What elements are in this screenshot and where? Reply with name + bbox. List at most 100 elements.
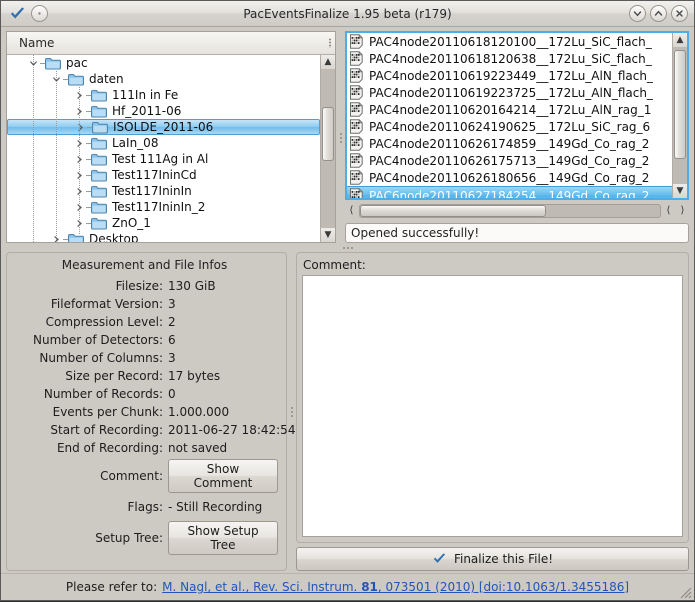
file-list[interactable]: PAC4node20110618120100__172Lu_SiC_flach_… bbox=[347, 33, 672, 198]
resize-grip-icon[interactable] bbox=[678, 585, 692, 599]
tree-item-hf-2011-06[interactable]: Hf_2011-06 bbox=[7, 103, 320, 119]
hscroll-thumb[interactable] bbox=[360, 204, 546, 217]
file-list-item[interactable]: PAC4node20110619223725__172Lu_AlN_flach_ bbox=[347, 84, 672, 101]
info-row: Number of Detectors: 6 bbox=[11, 332, 278, 347]
info-key: End of Recording: bbox=[56, 440, 163, 455]
file-icon bbox=[349, 102, 368, 117]
title-bar: PacEventsFinalize 1.95 beta (r179) bbox=[1, 1, 694, 27]
folder-icon bbox=[91, 201, 109, 214]
list-vertical-scrollbar[interactable]: ▲ ▼ bbox=[672, 33, 687, 198]
folder-icon bbox=[91, 137, 109, 150]
file-list-item[interactable]: PAC4node20110618120638__172Lu_SiC_flach_ bbox=[347, 50, 672, 67]
tree-item-test-111ag-in-al[interactable]: Test 111Ag in Al bbox=[7, 151, 320, 167]
file-icon bbox=[349, 188, 368, 198]
file-list-item[interactable]: PAC4node20110624190625__172Lu_SiC_rag_6 bbox=[347, 118, 672, 135]
tree-scroll-thumb[interactable] bbox=[322, 107, 334, 162]
info-group-title: Measurement and File Infos bbox=[61, 258, 228, 272]
tree-column-header-label: Name bbox=[19, 36, 55, 50]
list-scroll-track[interactable] bbox=[673, 47, 687, 184]
comment-textarea[interactable] bbox=[302, 275, 683, 537]
file-icon bbox=[349, 153, 368, 168]
info-value: 2 bbox=[168, 314, 176, 329]
info-row-flags: Flags: - Still Recording bbox=[11, 499, 278, 514]
info-row: Start of Recording: 2011-06-27 18:42:54 bbox=[11, 422, 295, 437]
browser-area: Name pac daten 111In in Fe Hf_2011-06 ISOLDE… bbox=[6, 31, 689, 243]
list-horizontal-scrollbar[interactable]: ⟨ ⟨ ⟩ bbox=[345, 202, 689, 219]
file-list-item-label: PAC6node20110627184254__149Gd_Co_rag_2 bbox=[369, 188, 650, 199]
file-list-item[interactable]: PAC4node20110626175713__149Gd_Co_rag_2 bbox=[347, 152, 672, 169]
tree-item-lain-08[interactable]: LaIn_08 bbox=[7, 135, 320, 151]
tree-item-label: Test117IninCd bbox=[112, 168, 197, 182]
info-key-flags: Flags: bbox=[127, 499, 163, 514]
hscroll-right-arrow-icon[interactable]: ⟩ bbox=[676, 203, 689, 218]
tree-item-test117inincd[interactable]: Test117IninCd bbox=[7, 167, 320, 183]
hscroll-left-arrow-icon[interactable]: ⟨ bbox=[345, 203, 358, 218]
info-key: Compression Level: bbox=[45, 314, 163, 329]
application-window: PacEventsFinalize 1.95 beta (r179) Name bbox=[0, 0, 695, 601]
tree-item-label: Desktop bbox=[89, 232, 139, 242]
column-resize-grip-icon[interactable] bbox=[329, 38, 331, 48]
info-key: Size per Record: bbox=[65, 368, 163, 383]
hscroll-page-left-icon[interactable]: ⟨ bbox=[662, 203, 675, 218]
tree-item-test117ininin[interactable]: Test117IninIn bbox=[7, 183, 320, 199]
tree-item-label: ZnO_1 bbox=[112, 216, 151, 230]
file-list-item-label: PAC4node20110624190625__172Lu_SiC_rag_6 bbox=[369, 119, 651, 134]
finalize-file-button[interactable]: Finalize this File! bbox=[296, 547, 689, 571]
scroll-down-arrow-icon[interactable]: ▼ bbox=[321, 228, 335, 242]
window-menu-button[interactable] bbox=[31, 5, 48, 22]
hscroll-track[interactable] bbox=[359, 203, 661, 218]
folder-icon bbox=[92, 121, 110, 134]
tree-item-daten[interactable]: daten bbox=[7, 71, 320, 87]
list-scroll-down-arrow-icon[interactable]: ▼ bbox=[673, 184, 687, 198]
tree-item-test117ininin-2[interactable]: Test117IninIn_2 bbox=[7, 199, 320, 215]
tree-item-label: Hf_2011-06 bbox=[112, 104, 182, 118]
file-list-item[interactable]: PAC6node20110627184254__149Gd_Co_rag_2 bbox=[347, 186, 672, 198]
close-button[interactable] bbox=[671, 5, 688, 22]
tree-scroll-track[interactable] bbox=[321, 69, 335, 228]
file-list-item[interactable]: PAC4node20110618120100__172Lu_SiC_flach_ bbox=[347, 33, 672, 50]
scroll-up-arrow-icon[interactable]: ▲ bbox=[321, 55, 335, 69]
status-message: Opened successfully! bbox=[351, 226, 480, 240]
tree-vertical-scrollbar[interactable]: ▲ ▼ bbox=[320, 55, 335, 242]
file-list-box[interactable]: PAC4node20110618120100__172Lu_SiC_flach_… bbox=[345, 31, 689, 200]
tree-item-label: LaIn_08 bbox=[112, 136, 159, 150]
chevron-right-icon[interactable] bbox=[74, 121, 87, 134]
minimize-button[interactable] bbox=[629, 5, 646, 22]
info-key: Number of Columns: bbox=[39, 350, 163, 365]
comment-group: Comment: bbox=[296, 252, 689, 543]
tree-column-header[interactable]: Name bbox=[7, 32, 335, 55]
list-scroll-thumb[interactable] bbox=[674, 49, 686, 160]
list-scroll-up-arrow-icon[interactable]: ▲ bbox=[673, 33, 687, 47]
show-setup-tree-button[interactable]: Show Setup Tree bbox=[168, 521, 278, 555]
tree-item-isolde-2011-06[interactable]: ISOLDE_2011-06 bbox=[7, 119, 320, 135]
info-row-comment: Comment: Show Comment bbox=[11, 459, 278, 493]
status-bar: Opened successfully! bbox=[345, 223, 689, 243]
show-comment-button[interactable]: Show Comment bbox=[168, 459, 278, 493]
tree-item-pac[interactable]: pac bbox=[7, 55, 320, 71]
vertical-splitter[interactable] bbox=[336, 31, 345, 243]
file-list-item[interactable]: PAC4node20110620164214__172Lu_AlN_rag_1 bbox=[347, 101, 672, 118]
title-bar-left-buttons bbox=[5, 5, 48, 23]
tree-item-label: daten bbox=[89, 72, 124, 86]
horizontal-splitter[interactable] bbox=[6, 243, 689, 252]
info-key: Start of Recording: bbox=[50, 422, 163, 437]
window-title: PacEventsFinalize 1.95 beta (r179) bbox=[243, 6, 452, 21]
tree-item-111in-in-fe[interactable]: 111In in Fe bbox=[7, 87, 320, 103]
comment-column: Comment: Finalize this File! bbox=[296, 252, 689, 571]
details-vertical-splitter[interactable] bbox=[287, 252, 296, 571]
folder-tree[interactable]: pac daten 111In in Fe Hf_2011-06 ISOLDE_2011… bbox=[7, 55, 320, 242]
tree-item-label: Test 111Ag in Al bbox=[112, 152, 209, 166]
details-area: Measurement and File Infos Filesize: 130 … bbox=[6, 252, 689, 573]
info-value: 0 bbox=[168, 386, 176, 401]
maximize-button[interactable] bbox=[650, 5, 667, 22]
info-row: Filesize: 130 GiB bbox=[11, 278, 278, 293]
info-value: 3 bbox=[168, 350, 176, 365]
tree-item-desktop[interactable]: Desktop bbox=[7, 231, 320, 242]
info-value: 17 bytes bbox=[168, 368, 221, 383]
tree-item-zno-1[interactable]: ZnO_1 bbox=[7, 215, 320, 231]
info-value: 1.000.000 bbox=[168, 404, 230, 419]
file-list-item[interactable]: PAC4node20110619223449__172Lu_AlN_flach_ bbox=[347, 67, 672, 84]
file-list-item[interactable]: PAC4node20110626180656__149Gd_Co_rag_2 bbox=[347, 169, 672, 186]
citation-link[interactable]: M. Nagl, et al., Rev. Sci. Instrum. 81, … bbox=[162, 580, 629, 594]
file-list-item[interactable]: PAC4node20110626174859__149Gd_Co_rag_2 bbox=[347, 135, 672, 152]
